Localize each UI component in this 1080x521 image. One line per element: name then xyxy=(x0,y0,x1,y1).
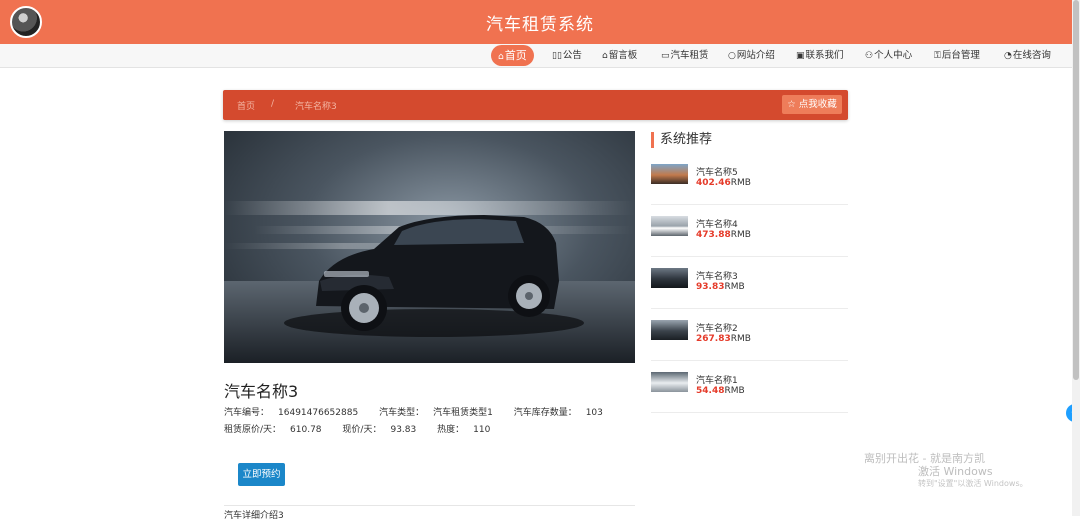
recommend-item[interactable]: 汽车名称4 473.88RMB xyxy=(651,205,848,257)
divider xyxy=(224,505,635,506)
activate-windows-title: 激活 Windows xyxy=(918,465,993,478)
contact-icon: ▣ xyxy=(796,51,805,61)
car-type-label: 汽车类型： xyxy=(379,408,425,418)
nav-item-admin[interactable]: ⚿后台管理 xyxy=(934,44,980,68)
breadcrumb: 首页 / 汽车名称3 ☆ 点我收藏 xyxy=(223,90,848,120)
nav-label: 个人中心 xyxy=(874,50,913,61)
recommend-currency: RMB xyxy=(724,386,745,396)
car-orig-price-label: 租赁原价/天： xyxy=(224,425,282,435)
recommend-name[interactable]: 汽车名称4 xyxy=(696,217,738,230)
recommend-price-value: 93.83 xyxy=(696,282,725,292)
recommend-price: 54.48RMB xyxy=(696,386,745,396)
recommend-currency: RMB xyxy=(730,334,751,344)
announcement-icon: ▯▯ xyxy=(552,51,562,61)
recommend-item[interactable]: 汽车名称1 54.48RMB xyxy=(651,361,848,413)
recommend-currency: RMB xyxy=(730,178,751,188)
recommend-price: 267.83RMB xyxy=(696,334,751,344)
recommend-name[interactable]: 汽车名称3 xyxy=(696,269,738,282)
car-number-label: 汽车编号： xyxy=(224,408,270,418)
nav-item-car-rental[interactable]: ▭汽车租赁 xyxy=(661,44,709,68)
car-price-value: 93.83 xyxy=(390,425,417,435)
car-price: 现价/天： 93.83 xyxy=(342,425,425,435)
scrollbar-thumb[interactable] xyxy=(1073,0,1079,380)
car-type: 汽车类型： 汽车租赁类型1 xyxy=(379,408,502,418)
recommend-price-value: 54.48 xyxy=(696,386,725,396)
recommend-price-value: 267.83 xyxy=(696,334,731,344)
nav-label: 网站介绍 xyxy=(736,50,775,61)
info-icon: ○ xyxy=(728,51,736,61)
recommend-name[interactable]: 汽车名称2 xyxy=(696,321,738,334)
recommend-thumb[interactable] xyxy=(651,372,688,392)
nav-label: 首页 xyxy=(504,49,527,62)
car-title: 汽车名称3 xyxy=(224,382,299,401)
nav-label: 留言板 xyxy=(608,50,638,61)
recommend-price-value: 473.88 xyxy=(696,230,731,240)
favorite-button[interactable]: ☆ 点我收藏 xyxy=(782,95,842,114)
nav-item-online-consult[interactable]: ◔在线咨询 xyxy=(1004,44,1051,68)
car-hot-value: 110 xyxy=(473,425,491,435)
nav-item-message-board[interactable]: ⌂留言板 xyxy=(602,44,637,68)
recommend-thumb[interactable] xyxy=(651,268,688,288)
recommend-title: 系统推荐 xyxy=(651,132,712,148)
user-icon: ⚇ xyxy=(865,51,874,61)
recommend-currency: RMB xyxy=(730,230,751,240)
book-now-button[interactable]: 立即预约 xyxy=(238,463,285,486)
car-stock: 汽车库存数量： 103 xyxy=(514,408,612,418)
nav-item-home[interactable]: ⌂首页 xyxy=(491,45,534,66)
site-title: 汽车租赁系统 xyxy=(486,15,594,35)
car-number: 汽车编号： 16491476652885 xyxy=(224,408,367,418)
top-header: 汽车租赁系统 xyxy=(0,0,1080,44)
recommend-thumb[interactable] xyxy=(651,164,688,184)
car-info-row-2: 租赁原价/天： 610.78 现价/天： 93.83 热度： 110 xyxy=(224,422,508,435)
star-icon: ☆ xyxy=(787,99,796,110)
car-price-label: 现价/天： xyxy=(342,425,382,435)
recommend-name[interactable]: 汽车名称5 xyxy=(696,165,738,178)
car-type-value: 汽车租赁类型1 xyxy=(433,408,493,418)
car-hot-label: 热度： xyxy=(437,425,465,435)
recommend-name[interactable]: 汽车名称1 xyxy=(696,373,738,386)
nav-label: 后台管理 xyxy=(941,50,980,61)
nav-label: 联系我们 xyxy=(805,50,844,61)
nav-label: 公告 xyxy=(562,50,582,61)
main-nav: ⌂首页 ▯▯公告 ⌂留言板 ▭汽车租赁 ○网站介绍 ▣联系我们 ⚇个人中心 ⚿后… xyxy=(0,44,1072,68)
page-scrollbar[interactable] xyxy=(1072,0,1080,516)
car-stock-label: 汽车库存数量： xyxy=(513,408,577,418)
breadcrumb-current: 汽车名称3 xyxy=(295,102,337,112)
link-icon: ⚿ xyxy=(934,51,941,61)
recommend-price: 93.83RMB xyxy=(696,282,745,292)
chat-icon: ◔ xyxy=(1004,51,1012,61)
message-board-icon: ⌂ xyxy=(602,51,608,61)
breadcrumb-separator: / xyxy=(271,99,275,109)
recommend-price: 402.46RMB xyxy=(696,178,751,188)
recommend-currency: RMB xyxy=(724,282,745,292)
car-rental-icon: ▭ xyxy=(661,51,670,61)
car-number-value: 16491476652885 xyxy=(278,408,359,418)
nav-item-contact[interactable]: ▣联系我们 xyxy=(796,44,844,68)
recommend-item[interactable]: 汽车名称2 267.83RMB xyxy=(651,309,848,361)
car-photo xyxy=(224,201,635,363)
car-info-row-1: 汽车编号： 16491476652885 汽车类型： 汽车租赁类型1 汽车库存数量：… xyxy=(224,405,621,418)
nav-label: 在线咨询 xyxy=(1012,50,1051,61)
activate-windows-hint: 转到"设置"以激活 Windows。 xyxy=(918,479,1028,488)
car-hot: 热度： 110 xyxy=(437,425,499,435)
car-orig-price-value: 610.78 xyxy=(290,425,322,435)
recommend-thumb[interactable] xyxy=(651,320,688,340)
favorite-label: 点我收藏 xyxy=(798,99,837,110)
car-detail-title: 汽车详细介绍3 xyxy=(224,511,284,521)
car-main-image xyxy=(224,131,635,363)
home-icon: ⌂ xyxy=(498,52,504,62)
nav-item-user-center[interactable]: ⚇个人中心 xyxy=(865,44,912,68)
car-orig-price: 租赁原价/天： 610.78 xyxy=(224,425,331,435)
nav-label: 汽车租赁 xyxy=(670,50,709,61)
recommend-item[interactable]: 汽车名称5 402.46RMB xyxy=(651,153,848,205)
nav-item-announcement[interactable]: ▯▯公告 xyxy=(552,44,582,68)
nav-item-site-intro[interactable]: ○网站介绍 xyxy=(728,44,775,68)
recommend-thumb[interactable] xyxy=(651,216,688,236)
recommend-price: 473.88RMB xyxy=(696,230,751,240)
recommend-price-value: 402.46 xyxy=(696,178,731,188)
recommend-item[interactable]: 汽车名称3 93.83RMB xyxy=(651,257,848,309)
car-stock-value: 103 xyxy=(585,408,603,418)
breadcrumb-home[interactable]: 首页 xyxy=(237,99,255,112)
